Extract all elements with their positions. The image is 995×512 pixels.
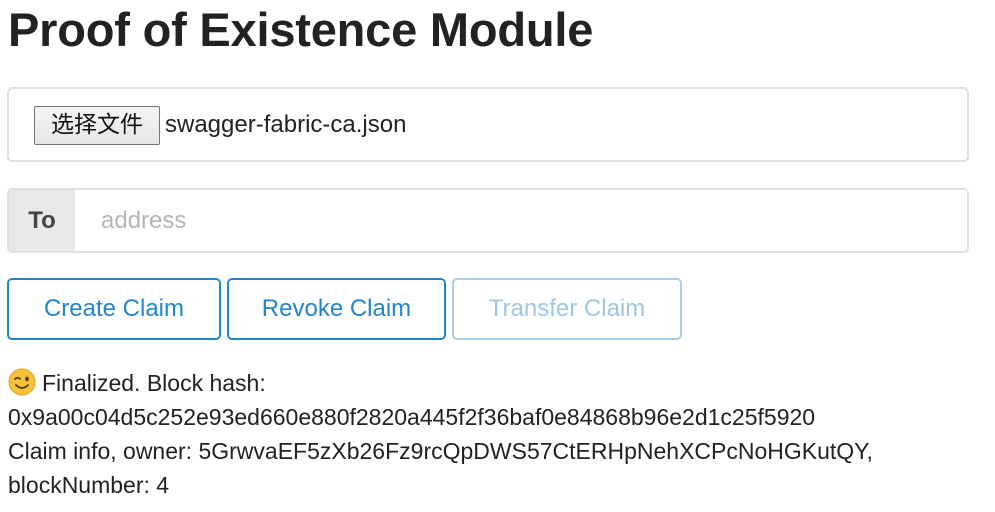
address-input[interactable] xyxy=(75,190,967,251)
claim-owner-info: Claim info, owner: 5GrwvaEF5zXb26Fz9rcQp… xyxy=(8,438,873,464)
status-line-finalized: Finalized. Block hash: xyxy=(8,366,968,400)
block-number-info: blockNumber: 4 xyxy=(8,472,170,498)
winking-face-emoji-icon xyxy=(8,368,36,396)
choose-file-button[interactable]: 选择文件 xyxy=(34,106,160,145)
status-finalized-text: Finalized. Block hash: xyxy=(42,370,266,396)
selected-file-name: swagger-fabric-ca.json xyxy=(165,111,407,138)
proof-of-existence-page: Proof of Existence Module 选择文件 swagger-f… xyxy=(0,0,995,512)
status-message: Finalized. Block hash: 0x9a00c04d5c252e9… xyxy=(8,366,968,502)
revoke-claim-button[interactable]: Revoke Claim xyxy=(227,278,446,340)
block-hash-value: 0x9a00c04d5c252e93ed660e880f2820a445f2f3… xyxy=(8,404,816,430)
transfer-claim-button: Transfer Claim xyxy=(452,278,682,340)
page-title: Proof of Existence Module xyxy=(8,3,594,56)
to-label: To xyxy=(9,190,75,251)
file-input-container: 选择文件 swagger-fabric-ca.json xyxy=(7,87,969,162)
to-address-field: To xyxy=(7,188,969,253)
create-claim-button[interactable]: Create Claim xyxy=(7,278,221,340)
